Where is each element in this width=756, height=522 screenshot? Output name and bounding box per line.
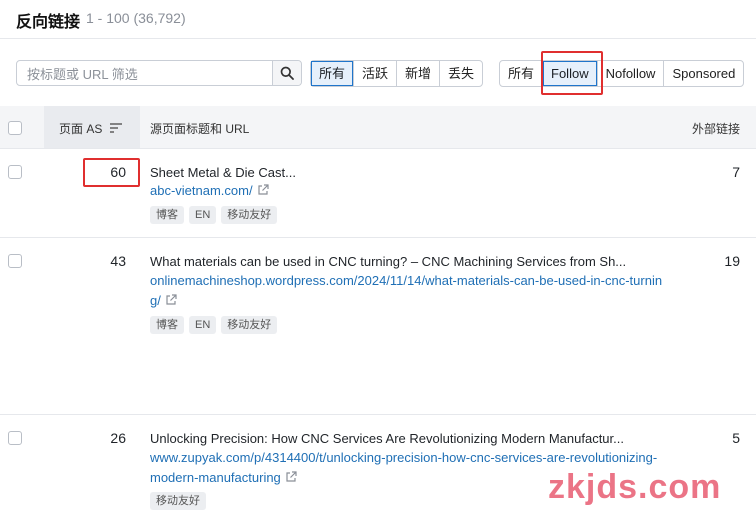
search-icon	[280, 66, 294, 80]
search-button[interactable]	[272, 61, 301, 85]
sort-icon	[109, 123, 122, 133]
result-range: 1 - 100 (36,792)	[86, 10, 186, 26]
filter-type-sponsored[interactable]: Sponsored	[664, 61, 743, 86]
table-header: 页面 AS 源页面标题和 URL 外部链接	[0, 106, 756, 149]
external-link-icon[interactable]	[165, 294, 177, 306]
tag-blog: 博客	[150, 316, 184, 334]
status-filter-group: 所有 活跃 新增 丢失	[310, 60, 484, 87]
page-as-value: 26	[110, 430, 126, 446]
row-checkbox[interactable]	[8, 165, 22, 179]
page-title: 反向链接	[16, 14, 81, 31]
filter-status-new[interactable]: 新增	[397, 61, 441, 86]
tag-mobile-friendly: 移动友好	[150, 492, 206, 510]
search-box	[16, 60, 302, 86]
source-url[interactable]: onlinemachineshop.wordpress.com/2024/11/…	[150, 271, 665, 311]
filter-type-all[interactable]: 所有	[500, 61, 544, 86]
watermark: zkjds.com	[548, 468, 722, 506]
source-page-title: What materials can be used in CNC turnin…	[150, 254, 627, 269]
tag-blog: 博客	[150, 206, 184, 224]
tag-language: EN	[189, 316, 217, 334]
tag-mobile-friendly: 移动友好	[221, 206, 278, 224]
column-label-page-as: 页面 AS	[59, 122, 103, 136]
source-page-title: Sheet Metal & Die Cast...	[150, 165, 296, 180]
row-checkbox[interactable]	[8, 431, 22, 445]
source-url[interactable]: abc-vietnam.com/	[150, 181, 665, 201]
page-as-value: 43	[110, 253, 126, 269]
row-tags: 博客 EN 移动友好	[150, 316, 278, 334]
select-all-checkbox[interactable]	[8, 121, 22, 135]
source-url-text[interactable]: onlinemachineshop.wordpress.com/2024/11/…	[150, 273, 662, 308]
external-links-count: 19	[724, 253, 740, 269]
source-url-text[interactable]: abc-vietnam.com/	[150, 183, 253, 198]
tag-language: EN	[189, 206, 217, 224]
row-checkbox[interactable]	[8, 254, 22, 268]
header-divider	[0, 38, 756, 39]
table-row: 43 What materials can be used in CNC tur…	[0, 238, 756, 414]
external-link-icon[interactable]	[285, 471, 297, 483]
row-tags: 博客 EN 移动友好	[150, 206, 278, 224]
source-page-title: Unlocking Precision: How CNC Services Ar…	[150, 431, 624, 446]
filter-status-lost[interactable]: 丢失	[440, 61, 482, 86]
link-type-filter-group: 所有 Follow Nofollow Sponsored	[499, 60, 745, 87]
filter-status-active[interactable]: 活跃	[354, 61, 398, 86]
follow-highlight-box	[541, 51, 603, 95]
filter-status-all[interactable]: 所有	[311, 61, 355, 86]
external-links-count: 7	[732, 164, 740, 180]
external-link-icon[interactable]	[257, 184, 269, 196]
filter-type-nofollow[interactable]: Nofollow	[598, 61, 665, 86]
search-input[interactable]	[25, 64, 269, 84]
as-highlight-box	[83, 158, 140, 187]
column-header-external-links[interactable]: 外部链接	[692, 120, 740, 137]
tag-mobile-friendly: 移动友好	[221, 316, 278, 334]
external-links-count: 5	[732, 430, 740, 446]
column-header-page-as[interactable]: 页面 AS	[59, 120, 122, 137]
row-tags: 移动友好	[150, 492, 206, 510]
column-header-source[interactable]: 源页面标题和 URL	[150, 120, 249, 137]
